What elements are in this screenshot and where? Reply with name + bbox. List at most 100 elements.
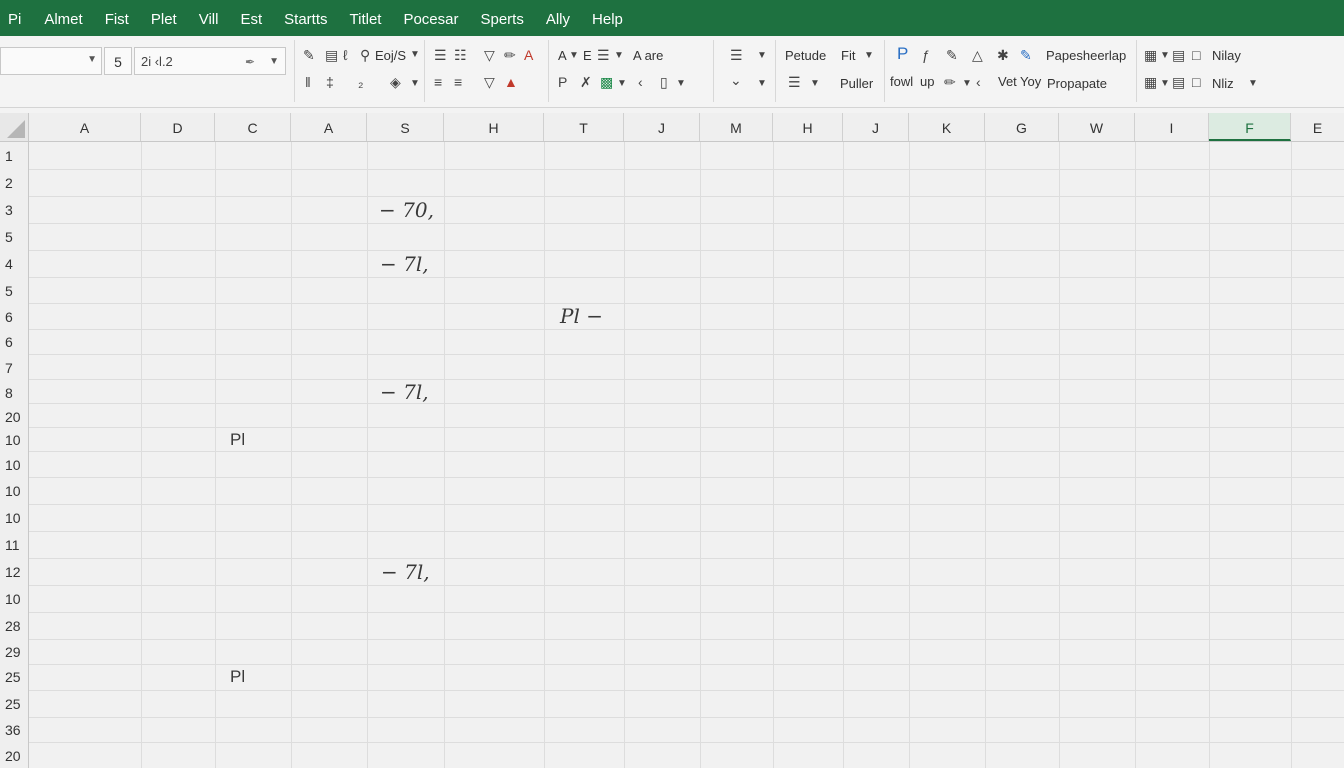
table-icon[interactable]: ▦ — [1144, 47, 1157, 63]
paint-bucket-icon[interactable]: ▩ — [600, 74, 613, 90]
paste-icon[interactable]: ✎ — [1020, 47, 1032, 63]
column-header[interactable]: S — [367, 113, 444, 141]
triangle-icon[interactable]: △ — [972, 47, 983, 63]
row-header[interactable]: 28 — [0, 618, 29, 634]
wrap-icon[interactable]: ≡ — [434, 74, 442, 90]
row-header[interactable]: 10 — [0, 510, 29, 526]
chevron-down-icon[interactable]: ▼ — [410, 76, 420, 92]
cell-grid[interactable]: − 70, − 7l, Pl − − 7l, Pl − 7l, Pl — [29, 142, 1344, 768]
puller-button[interactable]: Puller — [840, 76, 873, 92]
cell-value[interactable]: − 7l, — [381, 560, 430, 584]
column-header[interactable]: H — [444, 113, 544, 141]
chevron-down-icon[interactable]: ▼ — [569, 48, 579, 64]
sort-icon[interactable]: ▽ — [484, 74, 495, 90]
brush-icon[interactable]: ✏ — [944, 74, 956, 90]
column-header[interactable]: D — [141, 113, 215, 141]
row-header[interactable]: 1 — [0, 148, 29, 164]
column-header[interactable]: G — [985, 113, 1059, 141]
subscript-icon[interactable]: ₂ — [358, 74, 363, 90]
chevron-down-icon[interactable]: ▼ — [617, 76, 627, 92]
row-header[interactable]: 4 — [0, 256, 29, 272]
chevron-down-icon[interactable]: ▼ — [1248, 76, 1258, 92]
cell-value[interactable]: Pl — [230, 667, 245, 687]
row-header[interactable]: 2 — [0, 175, 29, 191]
chevron-down-icon[interactable]: ▼ — [410, 47, 420, 63]
chevron-down-icon[interactable]: ⌄ — [730, 72, 742, 88]
column-header[interactable]: W — [1059, 113, 1135, 141]
menu-icon[interactable]: ☰ — [788, 74, 801, 90]
italic-icon[interactable]: ℓ — [343, 47, 348, 63]
cell-value[interactable]: − 7l, — [380, 380, 429, 404]
column-header[interactable]: K — [909, 113, 985, 141]
fowl-button[interactable]: fowl — [890, 74, 913, 90]
clear-format-icon[interactable]: ✗ — [580, 74, 592, 90]
row-header[interactable]: 25 — [0, 669, 29, 685]
column-icon[interactable]: ▯ — [660, 74, 668, 90]
align-left-icon[interactable]: ☰ — [434, 47, 447, 63]
fit-button[interactable]: Fit — [841, 48, 855, 64]
propagate-button[interactable]: Propapate — [1047, 76, 1107, 92]
row-header[interactable]: 7 — [0, 360, 29, 376]
row-header[interactable]: 20 — [0, 748, 29, 764]
row-header[interactable]: 10 — [0, 432, 29, 448]
row-header[interactable]: 36 — [0, 722, 29, 738]
vet-button[interactable]: Vet — [998, 74, 1017, 90]
function-icon[interactable]: ƒ — [922, 47, 930, 63]
row-header[interactable]: 29 — [0, 644, 29, 660]
cell-value[interactable]: Pl — [230, 430, 245, 450]
chevron-down-icon[interactable]: ▼ — [810, 76, 820, 92]
menu-icon[interactable]: ☰ — [730, 47, 743, 63]
row-header[interactable]: 10 — [0, 483, 29, 499]
formula-input[interactable]: 2i ‹l.2 ✒ ▼ — [134, 47, 286, 75]
column-header[interactable]: A — [291, 113, 367, 141]
row-header[interactable]: 3 — [0, 202, 29, 218]
chevron-down-icon[interactable]: ▼ — [864, 48, 874, 64]
chevron-down-icon[interactable]: ▼ — [676, 76, 686, 92]
paragraph-icon[interactable]: P — [897, 45, 908, 62]
cell-value[interactable]: − 70, — [379, 198, 434, 222]
box-icon[interactable]: □ — [1192, 47, 1200, 63]
chevron-down-icon[interactable]: ▼ — [1160, 48, 1170, 64]
indent-icon[interactable]: ‖ — [305, 74, 311, 90]
row-header[interactable]: 11 — [0, 537, 29, 553]
warning-icon[interactable]: ▲ — [504, 74, 518, 90]
list-icon[interactable]: ▤ — [1172, 47, 1185, 63]
menu-item-startts[interactable]: Startts — [273, 0, 338, 36]
row-header[interactable]: 20 — [0, 409, 29, 425]
menu-item-vill[interactable]: Vill — [188, 0, 230, 36]
column-header[interactable]: I — [1135, 113, 1209, 141]
chevron-down-icon[interactable]: ▼ — [757, 76, 767, 92]
chevron-down-icon[interactable]: ▼ — [757, 48, 767, 64]
cell-value[interactable]: − 7l, — [380, 252, 429, 276]
column-header[interactable]: E — [1291, 113, 1344, 141]
row-header[interactable]: 10 — [0, 457, 29, 473]
column-header[interactable]: A — [29, 113, 141, 141]
chevron-down-icon[interactable]: ▼ — [87, 54, 97, 65]
row-header[interactable]: 25 — [0, 696, 29, 712]
font-a-are-button[interactable]: A are — [633, 48, 663, 64]
font-e-button[interactable]: E — [583, 48, 592, 64]
row-header[interactable]: 5 — [0, 283, 29, 299]
row-header[interactable]: 6 — [0, 334, 29, 350]
picture-button[interactable]: Petude — [785, 48, 826, 64]
box-icon[interactable]: □ — [1192, 74, 1200, 90]
chevron-left-icon[interactable]: ‹ — [638, 74, 643, 90]
pen-icon[interactable]: ✎ — [303, 47, 315, 63]
fill-color-icon[interactable]: ◈ — [390, 74, 401, 90]
column-header[interactable]: T — [544, 113, 624, 141]
paste-special-button[interactable]: Papesheerlap — [1046, 48, 1126, 64]
nilay-button[interactable]: Nilay — [1212, 48, 1241, 64]
menu-item-fist[interactable]: Fist — [94, 0, 140, 36]
brush-icon[interactable]: ✏ — [504, 47, 516, 63]
menu-item-ally[interactable]: Ally — [535, 0, 581, 36]
menu-item-pocesar[interactable]: Pocesar — [392, 0, 469, 36]
filter-icon[interactable]: ▽ — [484, 47, 495, 63]
bold-icon[interactable]: ▤ — [325, 47, 338, 63]
row-header[interactable]: 6 — [0, 309, 29, 325]
row-header[interactable]: 8 — [0, 385, 29, 401]
row-header[interactable]: 10 — [0, 591, 29, 607]
table-icon[interactable]: ▦ — [1144, 74, 1157, 90]
chevron-down-icon[interactable]: ▼ — [1160, 76, 1170, 92]
menu-item-almet[interactable]: Almet — [33, 0, 93, 36]
list-icon[interactable]: ▤ — [1172, 74, 1185, 90]
